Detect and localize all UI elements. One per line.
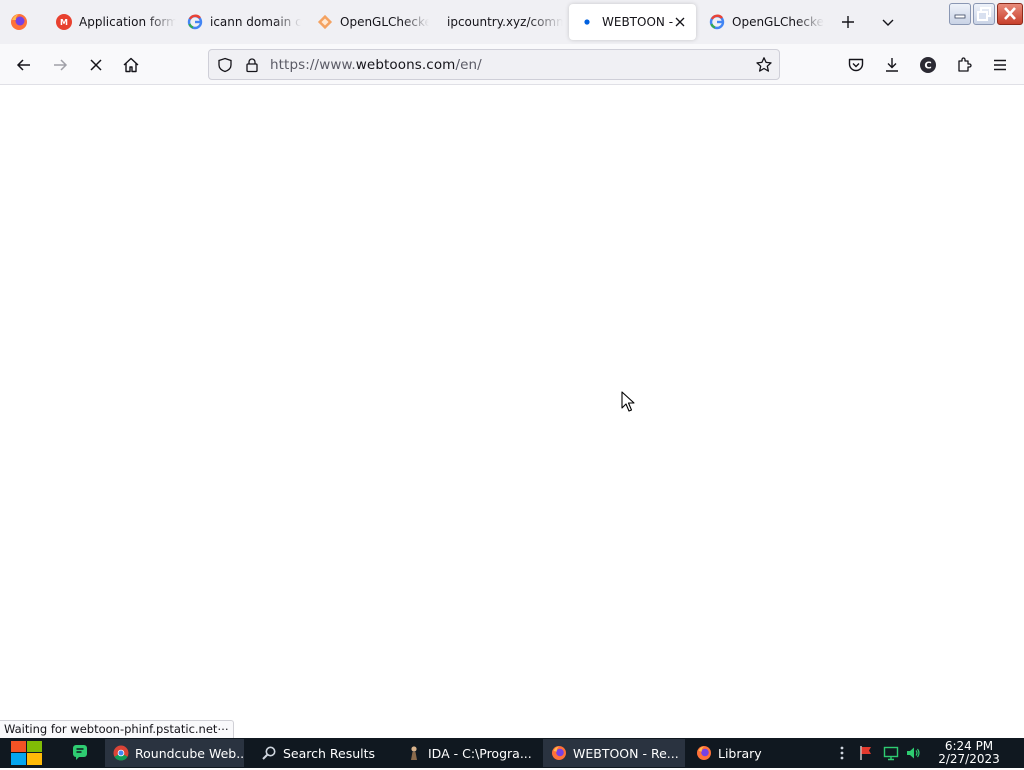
tab-label: OpenGLChecke [732, 15, 824, 29]
page-content [0, 86, 1024, 738]
tab-openglchecker-2[interactable]: OpenGLChecke [699, 4, 826, 40]
ida-icon [406, 745, 422, 761]
tray-overflow-icon[interactable] [836, 745, 848, 761]
forward-icon[interactable] [48, 53, 72, 77]
navigation-toolbar: https://www.webtoons.com/en/ C [0, 44, 1024, 85]
extensions-icon[interactable] [952, 53, 976, 77]
tab-label: OpenGLChecke [340, 15, 429, 29]
svg-text:M: M [60, 18, 68, 27]
action-center-flag-icon[interactable] [858, 745, 874, 761]
close-tab-icon[interactable] [672, 14, 688, 30]
status-panel: Waiting for webtoon-phinf.pstatic.net⋯ [0, 720, 234, 738]
list-all-tabs-icon[interactable] [876, 10, 900, 34]
tab-label: icann domain cr [210, 15, 301, 29]
mouse-pointer-icon [621, 391, 635, 413]
close-window-button[interactable] [997, 3, 1023, 25]
stop-loading-icon[interactable] [84, 53, 108, 77]
home-icon[interactable] [119, 53, 143, 77]
google-icon [187, 14, 203, 30]
tab-webtoon[interactable]: WEBTOON - [569, 4, 696, 40]
new-tab-icon[interactable] [836, 10, 860, 34]
taskbar-item-roundcube[interactable]: Roundcube Web... [105, 739, 244, 767]
tab-openglchecker[interactable]: OpenGLChecke [307, 4, 429, 40]
system-clock[interactable]: 6:24 PM 2/27/2023 [936, 740, 1002, 766]
pinned-app-icon[interactable] [72, 744, 88, 760]
windows-taskbar: Roundcube Web... Search Results IDA - C:… [0, 738, 1024, 768]
url-scheme: https://www. [270, 57, 356, 73]
chrome-icon [113, 745, 129, 761]
account-avatar-icon[interactable]: C [916, 53, 940, 77]
downloads-icon[interactable] [880, 53, 904, 77]
firefox-icon [696, 745, 712, 761]
tracking-protection-shield-icon[interactable] [216, 56, 234, 74]
url-host: webtoons.com [355, 57, 456, 73]
google-icon [709, 14, 725, 30]
bookmark-star-icon[interactable] [755, 56, 773, 74]
start-button[interactable] [8, 740, 44, 766]
search-icon [261, 745, 277, 761]
taskbar-item-label: Library [718, 745, 762, 761]
loading-dot-icon [579, 14, 595, 30]
restore-button[interactable] [973, 3, 995, 25]
tab-icann-domain[interactable]: icann domain cr [177, 4, 301, 40]
tab-strip: M Application form icann domain cr OpenG… [0, 0, 1024, 44]
pocket-icon[interactable] [844, 53, 868, 77]
openglchecker-icon [317, 14, 333, 30]
mangoboard-icon: M [56, 14, 72, 30]
clock-date: 2/27/2023 [938, 752, 1000, 766]
network-icon[interactable] [883, 745, 899, 761]
taskbar-item-label: Roundcube Web... [135, 745, 244, 761]
tab-label: ipcountry.xyz/comm [447, 15, 563, 29]
svg-text:C: C [924, 61, 931, 72]
taskbar-item-label: IDA - C:\Progra... [428, 745, 532, 761]
tab-label: WEBTOON - [602, 15, 674, 29]
taskbar-item-label: WEBTOON - Re... [573, 745, 679, 761]
url-path: /en/ [455, 57, 482, 73]
tab-application-form[interactable]: M Application form [46, 4, 176, 40]
back-icon[interactable] [12, 53, 36, 77]
taskbar-item-search-results[interactable]: Search Results [253, 739, 391, 767]
taskbar-item-library[interactable]: Library [688, 739, 826, 767]
taskbar-item-webtoon[interactable]: WEBTOON - Re... [543, 739, 685, 767]
lock-icon[interactable] [243, 56, 261, 74]
tab-ipcountry[interactable]: ipcountry.xyz/comm [437, 4, 563, 40]
volume-icon[interactable] [905, 745, 921, 761]
tab-label: Application form [79, 15, 176, 29]
taskbar-item-ida[interactable]: IDA - C:\Progra... [398, 739, 536, 767]
firefox-icon [551, 745, 567, 761]
firefox-view-icon[interactable] [8, 11, 30, 33]
minimize-button[interactable] [949, 3, 971, 25]
url-text[interactable]: https://www.webtoons.com/en/ [270, 57, 482, 73]
taskbar-item-label: Search Results [283, 745, 376, 761]
address-bar[interactable]: https://www.webtoons.com/en/ [208, 49, 780, 80]
hamburger-menu-icon[interactable] [988, 53, 1012, 77]
